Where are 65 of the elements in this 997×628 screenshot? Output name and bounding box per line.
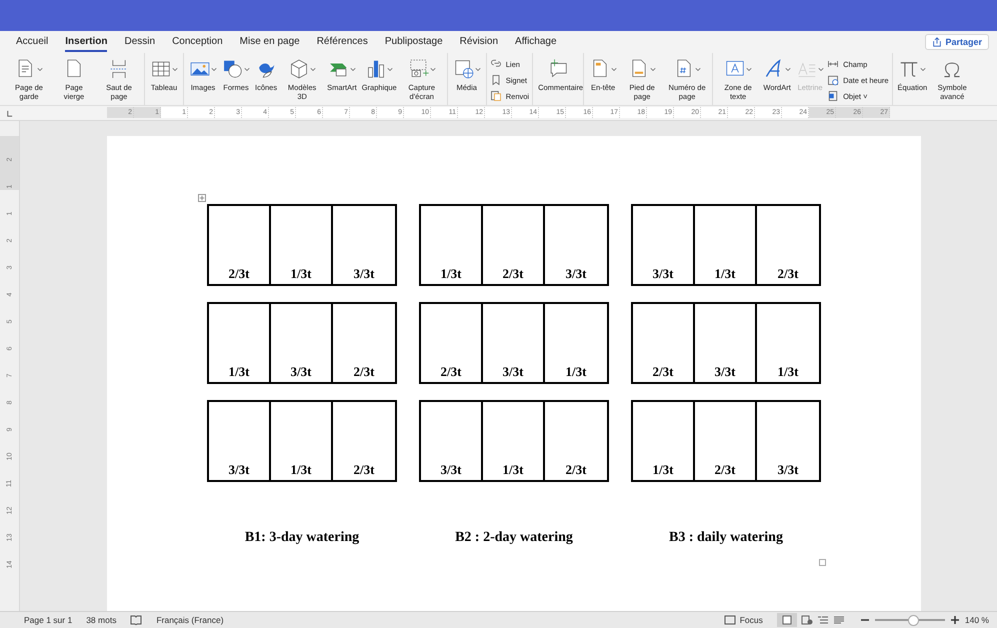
table-cell-text: 2/3t [352,461,376,479]
table-cell: 3/3t [421,402,483,480]
book-check-icon[interactable] [130,615,142,625]
table-cell: 1/3t [483,402,545,480]
table-cell-text: 1/3t [564,363,588,381]
print-layout-button[interactable] [776,613,797,627]
table-cell: 3/3t [695,304,757,382]
table-cell: 2/3t [483,206,545,284]
resize-handle-icon[interactable] [819,559,826,566]
table-cell: 3/3t [483,304,545,382]
ribbon-tab[interactable]: Références [316,32,368,52]
cross-reference-icon [490,90,502,102]
focus-icon[interactable] [724,615,736,625]
object-icon [827,90,840,102]
table-cell: 1/3t [271,402,333,480]
table-cell: 2/3t [209,206,271,284]
focus-label[interactable]: Focus [740,615,763,625]
table-cell: 1/3t [209,304,271,382]
tab-stop-icon[interactable] [6,110,13,116]
table-cell: 1/3t [695,206,757,284]
table-cell-text: 3/3t [352,265,376,283]
table-cell: 2/3t [421,304,483,382]
ribbon-tab[interactable]: Mise en page [240,32,300,52]
page-icon [780,615,793,625]
table-cell-text: 3/3t [776,461,800,479]
zoom-in-icon[interactable] [948,615,961,625]
table-cell: 1/3t [271,206,333,284]
share-icon [932,37,942,47]
share-button[interactable]: Partager [925,34,989,50]
field-icon [827,58,840,70]
media-icon [452,58,475,80]
text-lines-icon[interactable] [832,615,845,625]
ribbon-tab[interactable]: Conception [172,32,223,52]
table-cell: 2/3t [695,402,757,480]
shapes-icon [222,58,244,80]
table-cell: 1/3t [633,402,695,480]
ribbon-tab[interactable]: Affichage [515,32,557,52]
page-count[interactable]: Page 1 sur 1 [24,615,72,625]
bookmark-icon [490,74,502,86]
table-cell: 1/3t [421,206,483,284]
table-cell-text: 1/3t [776,363,800,381]
calendar-icon [827,74,840,86]
table-cell: 3/3t [209,402,271,480]
word-count[interactable]: 38 mots [86,615,116,625]
ribbon-tab[interactable]: Révision [460,32,498,52]
slider-thumb[interactable] [908,614,920,626]
caption-text: B1: 3-day watering [244,530,360,546]
table-cell: 3/3t [633,206,695,284]
web-layout-icon[interactable] [800,615,813,625]
table-cell-text: 2/3t [776,265,800,283]
ribbon-tab[interactable]: Publipostage [384,32,443,52]
screenshot-icon [408,58,430,80]
outline-icon[interactable] [816,615,829,625]
caption-text: B2 : 2-day watering [454,530,574,546]
ribbon-tab[interactable]: Accueil [16,32,48,52]
table-cell-text: 3/3t [564,265,588,283]
table-cell-text: 2/3t [352,363,376,381]
table-move-handle-icon[interactable] [198,194,206,202]
ribbon-tab[interactable]: Dessin [124,32,156,52]
table-cell: 2/3t [633,304,695,382]
zoom-level[interactable]: 140 % [964,615,989,625]
table-cell: 3/3t [271,304,333,382]
caption-text: B3 : daily watering [668,530,784,546]
language-status[interactable]: Français (France) [156,615,224,625]
table-cell-text: 2/3t [564,461,588,479]
